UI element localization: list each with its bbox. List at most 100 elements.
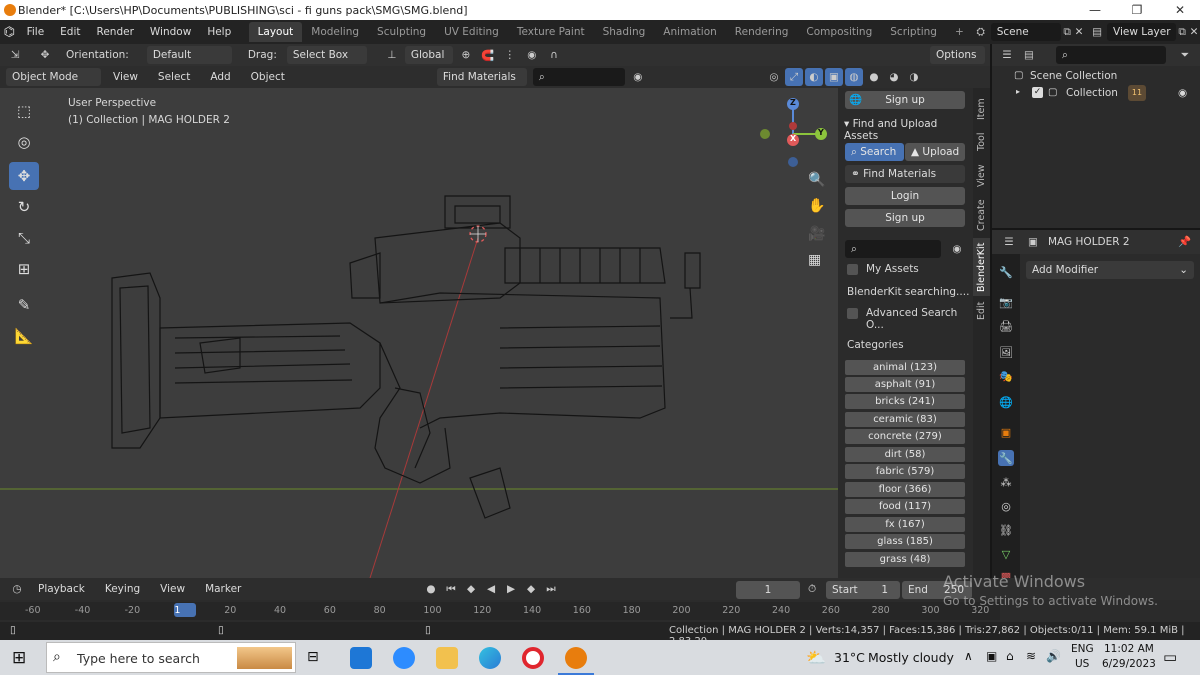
world-props-icon[interactable]: 🌐 [998, 394, 1014, 410]
timeline-menu-marker[interactable]: Marker [197, 583, 249, 595]
tray-chevron-icon[interactable]: ∧ [964, 649, 973, 663]
record-icon[interactable]: ● [422, 580, 440, 598]
options-dropdown[interactable]: Options [930, 46, 985, 64]
tab-item[interactable]: Item [973, 92, 990, 126]
advanced-search-checkbox[interactable] [847, 308, 858, 319]
tab-scripting[interactable]: Scripting [881, 22, 946, 42]
tray-app-icon[interactable]: ▣ [986, 649, 997, 663]
pivot-icon[interactable]: ⊕ [457, 46, 475, 64]
blender-taskbar-icon[interactable] [565, 647, 587, 669]
menu-help[interactable]: Help [199, 26, 239, 38]
editor-type-icon[interactable]: ☰ [998, 46, 1016, 64]
expand-arrow-icon[interactable]: ▸ [1016, 87, 1020, 96]
cursor-tool[interactable]: ◎ [9, 128, 39, 156]
solid-shading-icon[interactable]: ● [865, 68, 883, 86]
tab-uv-editing[interactable]: UV Editing [435, 22, 508, 42]
category-button[interactable]: floor (366) [845, 482, 965, 497]
microsoft-store-icon[interactable] [350, 647, 372, 669]
scene-icon[interactable]: ⛭ [975, 23, 987, 41]
timeline-menu-playback[interactable]: Playback [30, 583, 93, 595]
outliner-search-input[interactable]: ⌕ [1056, 46, 1166, 64]
scene-field[interactable]: Scene [990, 23, 1062, 41]
3d-viewport[interactable]: Z Y X User Perspective (1) Collection | … [0, 88, 838, 578]
tab-compositing[interactable]: Compositing [797, 22, 881, 42]
snap-icon[interactable]: 🧲 [479, 46, 497, 64]
gizmo-x-label[interactable]: X [790, 134, 796, 143]
visibility-icon[interactable]: ◎ [765, 68, 783, 86]
tab-shading[interactable]: Shading [594, 22, 655, 42]
tab-modeling[interactable]: Modeling [302, 22, 368, 42]
vp-menu-select[interactable]: Select [150, 71, 198, 83]
asset-search-input[interactable]: ⌕ [845, 240, 941, 258]
proportional-edit-icon[interactable]: ◉ [523, 46, 541, 64]
stopwatch-icon[interactable]: ⏱ [808, 583, 816, 596]
material-shading-icon[interactable]: ◕ [885, 68, 903, 86]
pin-icon[interactable]: 📌 [1178, 235, 1191, 248]
clock-time[interactable]: 11:02 AM [1104, 643, 1154, 655]
scale-tool[interactable]: ⤡ [9, 224, 39, 252]
preview-eye-icon[interactable]: ◉ [948, 240, 966, 258]
constraints-props-icon[interactable]: ⛓ [998, 522, 1014, 538]
weather-temp[interactable]: 31°C [834, 650, 865, 665]
grid-perspective-icon[interactable]: ▦ [808, 252, 821, 268]
tool-props-icon[interactable]: 🔧 [998, 264, 1014, 280]
minimize-button[interactable]: — [1075, 0, 1115, 20]
collection-visibility-icon[interactable]: ◉ [1178, 87, 1187, 99]
scene-props-icon[interactable]: 🎭 [998, 368, 1014, 384]
orientation-dropdown[interactable]: Default [146, 46, 232, 64]
tab-layout[interactable]: Layout [248, 22, 303, 42]
collection-checkbox[interactable]: ✓ [1032, 87, 1043, 98]
tab-texture-paint[interactable]: Texture Paint [508, 22, 594, 42]
find-materials-dropdown[interactable]: ⚭ Find Materials [845, 165, 965, 183]
annotate-tool[interactable]: ✎ [9, 291, 39, 319]
clock-date[interactable]: 6/29/2023 [1102, 658, 1156, 670]
tab-tool[interactable]: Tool [973, 128, 990, 156]
category-button[interactable]: bricks (241) [845, 394, 965, 409]
data-props-icon[interactable]: ▽ [998, 546, 1014, 562]
snap-target-icon[interactable]: ⋮ [501, 46, 519, 64]
view-layer-props-icon[interactable]: 🖼 [998, 344, 1014, 360]
transform-tool[interactable]: ⊞ [9, 255, 39, 283]
category-button[interactable]: concrete (279) [845, 429, 965, 444]
tool-dropdown-icon[interactable]: ⇲ [6, 46, 24, 64]
edge-browser-icon[interactable] [479, 647, 501, 669]
properties-editor-icon[interactable]: ☰ [1000, 233, 1018, 251]
gizmo-y-label[interactable]: Y [818, 128, 824, 137]
physics-props-icon[interactable]: ◎ [998, 498, 1014, 514]
timeline-ruler[interactable]: -60 -40 -20 1 20 40 60 80 100 120 140 160 180 200 220 2… [0, 602, 1000, 620]
windows-start-icon[interactable]: ⊞ [12, 648, 26, 668]
vp-find-materials-dropdown[interactable]: Find Materials [436, 68, 527, 86]
menu-render[interactable]: Render [89, 26, 142, 38]
wifi-icon[interactable]: ≋ [1026, 649, 1036, 663]
maximize-button[interactable]: ❐ [1117, 0, 1157, 20]
object-props-icon[interactable]: ▣ [998, 424, 1014, 440]
login-button[interactable]: Login [845, 187, 965, 205]
scene-copy-icon[interactable]: ⧉ [1061, 23, 1073, 41]
tab-view[interactable]: View [973, 160, 990, 192]
vp-menu-add[interactable]: Add [202, 71, 238, 83]
vp-menu-view[interactable]: View [105, 71, 146, 83]
weather-cloud-icon[interactable]: ⛅ [806, 648, 826, 667]
pan-hand-icon[interactable]: ✋ [808, 198, 825, 214]
language-secondary[interactable]: US [1075, 658, 1089, 670]
file-explorer-icon[interactable] [436, 647, 458, 669]
view-layer-copy-icon[interactable]: ⧉ [1176, 23, 1188, 41]
timeline-editor-icon[interactable]: ◷ [8, 580, 26, 598]
collection-label[interactable]: Collection [1066, 87, 1118, 99]
task-view-icon[interactable]: ⊟ [307, 649, 319, 665]
tab-blenderkit[interactable]: BlenderKit [973, 238, 990, 296]
category-button[interactable]: animal (123) [845, 360, 965, 375]
tab-rendering[interactable]: Rendering [726, 22, 798, 42]
transform-space-dropdown[interactable]: Global [404, 46, 453, 64]
timeline-menu-keying[interactable]: Keying [97, 583, 148, 595]
play-reverse-icon[interactable]: ◀ [482, 580, 500, 598]
menu-window[interactable]: Window [142, 26, 199, 38]
next-keyframe-icon[interactable]: ◆ [522, 580, 540, 598]
output-props-icon[interactable]: 🖨 [998, 318, 1014, 334]
blender-menu-icon[interactable]: ⌬ [0, 25, 19, 40]
category-button[interactable]: asphalt (91) [845, 377, 965, 392]
opera-browser-icon[interactable] [522, 647, 544, 669]
category-button[interactable]: food (117) [845, 499, 965, 514]
language-primary[interactable]: ENG [1071, 643, 1094, 655]
measure-tool[interactable]: 📐 [9, 322, 39, 350]
